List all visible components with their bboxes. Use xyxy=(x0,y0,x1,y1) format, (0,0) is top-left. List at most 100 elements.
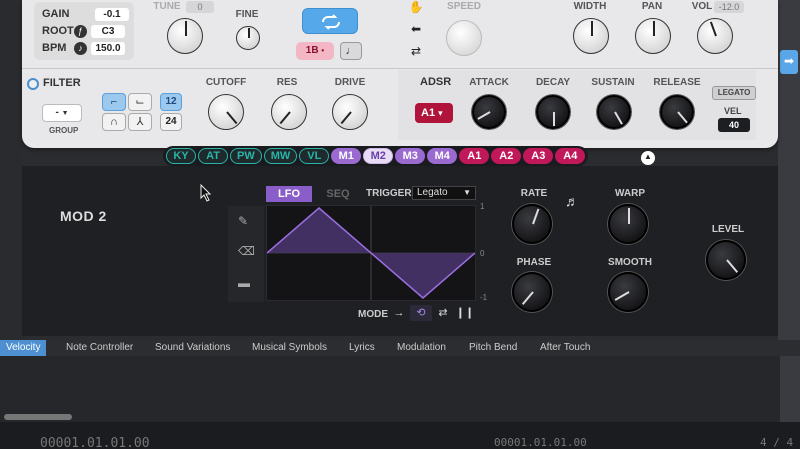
controller-lane-tabs: Velocity Note Controller Sound Variations M… xyxy=(0,340,800,356)
sustain-label: SUSTAIN xyxy=(591,77,635,88)
warp-label: WARP xyxy=(615,188,645,199)
mod-tab-a4[interactable]: A4 xyxy=(555,148,586,164)
attack-knob[interactable] xyxy=(472,95,506,129)
adsr-env-select[interactable]: A1 ▾ xyxy=(415,103,453,123)
pan-knob[interactable] xyxy=(635,18,671,54)
bandpass-icon: ∩ xyxy=(110,116,118,128)
gain-value[interactable]: -0.1 xyxy=(95,7,129,21)
vol-knob[interactable] xyxy=(697,18,733,54)
vel-value[interactable]: 40 xyxy=(718,118,750,132)
mod-tab-m2[interactable]: M2 xyxy=(363,148,394,164)
speed-label: SPEED xyxy=(447,1,481,12)
lane-tab-lyrics[interactable]: Lyrics xyxy=(349,340,375,356)
slope-12-button[interactable]: 12 xyxy=(160,93,182,111)
metronome-icon[interactable]: ♪ xyxy=(74,41,87,55)
secondary-position-display[interactable]: 00001.01.01.00 xyxy=(494,436,587,449)
right-edge-panel: ➡ xyxy=(778,0,800,449)
pingpong-icon[interactable]: ⇄ xyxy=(432,305,454,321)
playback-direction-icons: ✋ ⬅ ⇄ xyxy=(406,0,426,66)
mod-tab-m1[interactable]: M1 xyxy=(331,148,362,164)
highpass-filter-button[interactable]: ⌙ xyxy=(128,93,152,111)
fine-knob[interactable] xyxy=(236,26,260,50)
bpm-value[interactable]: 150.0 xyxy=(91,41,125,55)
mod-tab-a1[interactable]: A1 xyxy=(459,148,490,164)
rate-knob[interactable] xyxy=(512,204,552,244)
collapse-button[interactable]: ▲ xyxy=(641,151,655,165)
tune-label: TUNE xyxy=(153,1,181,12)
position-display[interactable]: 00001.01.01.00 xyxy=(40,436,150,449)
chevron-down-icon: ▼ xyxy=(463,188,471,197)
release-knob[interactable] xyxy=(660,95,694,129)
global-params: GAIN -0.1 ROOT ƒ C3 BPM ♪ 150.0 xyxy=(34,2,134,60)
oneshot-icon[interactable]: → xyxy=(388,305,410,321)
trigger-select[interactable]: Legato ▼ xyxy=(412,186,476,200)
expand-button[interactable]: ➡ xyxy=(780,50,798,74)
warp-knob[interactable] xyxy=(608,204,648,244)
mod-tab-a2[interactable]: A2 xyxy=(491,148,522,164)
lfo-waveform-display[interactable] xyxy=(266,205,476,301)
loop-mode-icon[interactable]: ⟲ xyxy=(410,305,432,321)
lowpass-icon: ⌐ xyxy=(110,96,118,108)
decay-knob[interactable] xyxy=(536,95,570,129)
tuning-fork-icon[interactable]: ƒ xyxy=(74,24,87,38)
lane-tab-pitch-bend[interactable]: Pitch Bend xyxy=(469,340,517,356)
bandpass-filter-button[interactable]: ∩ xyxy=(102,113,126,131)
lane-tab-after-touch[interactable]: After Touch xyxy=(540,340,590,356)
width-knob[interactable] xyxy=(573,18,609,54)
lane-tab-modulation[interactable]: Modulation xyxy=(397,340,446,356)
smooth-label: SMOOTH xyxy=(608,257,652,268)
lane-tab-velocity[interactable]: Velocity xyxy=(0,340,47,356)
tune-knob[interactable] xyxy=(167,18,203,54)
folder-icon[interactable]: ▬ xyxy=(238,276,250,290)
cutoff-label: CUTOFF xyxy=(205,77,247,88)
lfo-tab[interactable]: LFO xyxy=(266,186,312,202)
mod-tab-vl[interactable]: VL xyxy=(299,148,330,164)
adsr-select-caret: ▾ xyxy=(438,108,443,118)
sync-caret: • xyxy=(321,46,325,55)
lowpass-filter-button[interactable]: ⌐ xyxy=(102,93,126,111)
vol-value[interactable]: -12.0 xyxy=(714,1,744,13)
note-value-button[interactable]: ♩ xyxy=(340,42,362,60)
pause-icon[interactable]: ❙❙ xyxy=(454,305,476,321)
pencil-icon[interactable]: ✎ xyxy=(238,214,248,228)
mod-tab-ky[interactable]: KY xyxy=(166,148,196,164)
eraser-icon[interactable]: ⌫ xyxy=(238,244,255,258)
music-note-icon[interactable]: ♬ xyxy=(565,193,579,209)
level-knob[interactable] xyxy=(706,240,746,280)
controller-lane[interactable] xyxy=(0,356,780,422)
seq-tab[interactable]: SEQ xyxy=(318,186,358,202)
res-knob[interactable] xyxy=(271,94,307,130)
filter-enable-toggle[interactable] xyxy=(27,78,39,90)
cutoff-knob[interactable] xyxy=(208,94,244,130)
hand-icon[interactable]: ✋ xyxy=(406,0,426,22)
sync-button[interactable]: 1B • xyxy=(296,42,334,60)
loop-button[interactable] xyxy=(302,8,358,34)
speed-knob[interactable] xyxy=(446,20,482,56)
legato-button[interactable]: LEGATO xyxy=(712,86,756,100)
slope-24-button[interactable]: 24 xyxy=(160,113,182,131)
lane-tab-note-controller[interactable]: Note Controller xyxy=(66,340,133,356)
mod-tab-at[interactable]: AT xyxy=(198,148,228,164)
mod-tab-m3[interactable]: M3 xyxy=(395,148,426,164)
highpass-icon: ⌙ xyxy=(135,96,145,108)
mod-tab-mw[interactable]: MW xyxy=(263,148,298,164)
filter-group-select[interactable]: - ▼ xyxy=(42,104,82,122)
tune-value[interactable]: 0 xyxy=(186,1,214,13)
arrow-left-icon[interactable]: ⬅ xyxy=(406,22,426,44)
filter-title: FILTER xyxy=(43,77,81,89)
lane-tab-sound-variations[interactable]: Sound Variations xyxy=(155,340,230,356)
notch-filter-button[interactable]: ⅄ xyxy=(128,113,152,131)
decay-label: DECAY xyxy=(535,77,571,88)
smooth-knob[interactable] xyxy=(608,272,648,312)
sustain-knob[interactable] xyxy=(597,95,631,129)
lane-tab-musical-symbols[interactable]: Musical Symbols xyxy=(252,340,327,356)
res-label: RES xyxy=(276,77,298,88)
horizontal-scrollbar[interactable] xyxy=(4,414,72,420)
mod-tab-pw[interactable]: PW xyxy=(230,148,262,164)
drive-knob[interactable] xyxy=(332,94,368,130)
root-value[interactable]: C3 xyxy=(91,24,125,38)
mod-tab-a3[interactable]: A3 xyxy=(523,148,554,164)
phase-knob[interactable] xyxy=(512,272,552,312)
mod-tab-m4[interactable]: M4 xyxy=(427,148,458,164)
swap-arrows-icon[interactable]: ⇄ xyxy=(406,44,426,66)
